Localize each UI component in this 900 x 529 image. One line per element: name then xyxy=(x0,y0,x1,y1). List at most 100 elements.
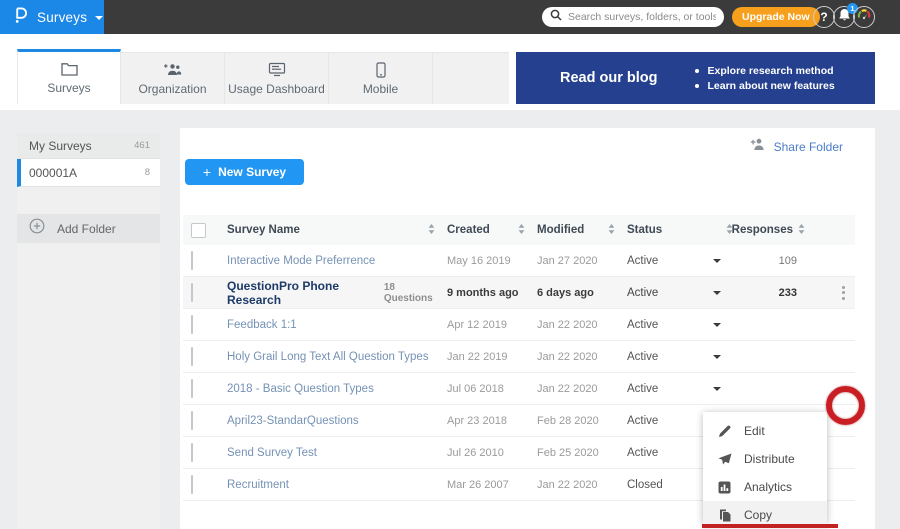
tab-organization[interactable]: Organization xyxy=(121,52,225,104)
created-cell: 9 months ago xyxy=(439,287,529,299)
table-row: Feedback 1:1 Apr 12 2019 Jan 22 2020 Act… xyxy=(183,309,855,341)
person-plus-icon xyxy=(750,138,766,156)
survey-name-link[interactable]: Feedback 1:1 xyxy=(227,319,297,331)
sort-icon[interactable] xyxy=(608,224,615,237)
survey-name-cell: Feedback 1:1 xyxy=(227,319,439,331)
row-checkbox[interactable] xyxy=(191,475,193,494)
content-area: My Surveys 461 000001A 8 Add Folder Shar… xyxy=(0,110,900,529)
questionpro-logo-icon xyxy=(13,6,28,29)
select-all-checkbox[interactable] xyxy=(191,223,206,238)
upgrade-button[interactable]: Upgrade Now xyxy=(732,7,820,27)
sidebar-folder-000001a[interactable]: 000001A 8 xyxy=(17,159,160,187)
row-checkbox-cell xyxy=(183,348,227,366)
tab-mobile[interactable]: Mobile xyxy=(329,52,433,104)
status-cell: Active xyxy=(619,319,737,331)
row-checkbox[interactable] xyxy=(191,251,193,270)
row-checkbox[interactable] xyxy=(191,283,193,302)
status-cell: Active xyxy=(619,351,737,363)
column-header-responses[interactable]: Responses xyxy=(737,224,819,237)
new-survey-label: New Survey xyxy=(218,165,286,179)
survey-name-cell: Holy Grail Long Text All Question Types xyxy=(227,351,439,363)
survey-name-cell: Interactive Mode Preferrence xyxy=(227,255,439,267)
tab-surveys[interactable]: Surveys xyxy=(17,49,121,104)
survey-name-link[interactable]: Recruitment xyxy=(227,479,289,491)
notifications-button[interactable]: 1 xyxy=(833,6,855,28)
survey-name-cell: Send Survey Test xyxy=(227,447,439,459)
column-header-modified[interactable]: Modified xyxy=(529,224,619,237)
status-cell: Active xyxy=(619,383,737,395)
menu-item-label: Copy xyxy=(744,508,772,522)
created-cell: Jul 26 2010 xyxy=(439,447,529,459)
new-survey-button[interactable]: + New Survey xyxy=(185,159,304,185)
section-header: Surveys Organization Usage Dashboard Mob… xyxy=(0,34,900,110)
blog-banner-bullet: Learn about new features xyxy=(695,80,834,92)
add-folder-button[interactable]: Add Folder xyxy=(17,214,160,243)
status-value: Active xyxy=(627,255,658,267)
created-cell: Jul 06 2018 xyxy=(439,383,529,395)
status-value: Active xyxy=(627,447,658,459)
column-label: Created xyxy=(447,224,490,236)
survey-name-link[interactable]: QuestionPro Phone Research xyxy=(227,279,376,307)
product-switcher[interactable]: Surveys xyxy=(0,0,104,34)
tab-label: Surveys xyxy=(47,81,90,95)
plus-icon: + xyxy=(203,164,211,180)
global-search xyxy=(542,7,724,27)
folder-icon xyxy=(61,61,78,77)
status-dropdown-caret[interactable] xyxy=(713,259,721,263)
created-cell: Apr 12 2019 xyxy=(439,319,529,331)
survey-name-link[interactable]: Holy Grail Long Text All Question Types xyxy=(227,351,429,363)
sidebar-folder-my-surveys[interactable]: My Surveys 461 xyxy=(17,133,160,159)
blog-banner[interactable]: Read our blog Explore research method Le… xyxy=(516,52,875,104)
column-header-survey-name[interactable]: Survey Name xyxy=(227,224,439,237)
row-checkbox[interactable] xyxy=(191,315,193,334)
column-header-created[interactable]: Created xyxy=(439,224,529,237)
survey-name-cell: 2018 - Basic Question Types xyxy=(227,383,439,395)
table-row: Holy Grail Long Text All Question Types … xyxy=(183,341,855,373)
responses-cell: 233 xyxy=(737,287,819,299)
survey-name-link[interactable]: Interactive Mode Preferrence xyxy=(227,255,375,267)
menu-item-edit[interactable]: Edit xyxy=(703,417,827,445)
sort-icon[interactable] xyxy=(428,224,435,237)
menu-item-distribute[interactable]: Distribute xyxy=(703,445,827,473)
organization-icon xyxy=(163,62,182,78)
row-checkbox-cell xyxy=(183,316,227,334)
column-header-status[interactable]: Status xyxy=(619,224,737,237)
row-checkbox[interactable] xyxy=(191,411,193,430)
modified-cell: Jan 22 2020 xyxy=(529,383,619,395)
row-checkbox[interactable] xyxy=(191,443,193,462)
search-input[interactable] xyxy=(568,11,716,23)
row-checkbox[interactable] xyxy=(191,379,193,398)
row-checkbox-cell xyxy=(183,284,227,302)
menu-item-analytics[interactable]: Analytics xyxy=(703,473,827,501)
status-dropdown-caret[interactable] xyxy=(713,355,721,359)
bullet-dot-icon xyxy=(695,84,699,88)
row-checkbox-cell xyxy=(183,476,227,494)
usage-dashboard-icon xyxy=(268,62,286,78)
bullet-dot-icon xyxy=(695,69,699,73)
status-value: Active xyxy=(627,287,658,299)
help-button[interactable]: ? xyxy=(813,6,835,28)
status-value: Active xyxy=(627,415,658,427)
row-checkbox-cell xyxy=(183,444,227,462)
blog-banner-title[interactable]: Read our blog xyxy=(560,70,657,86)
created-cell: May 16 2019 xyxy=(439,255,529,267)
status-dropdown-caret[interactable] xyxy=(713,387,721,391)
annotation-red-underline xyxy=(702,524,838,528)
tab-strip-filler xyxy=(433,52,509,104)
tab-usage-dashboard[interactable]: Usage Dashboard xyxy=(225,52,329,104)
usage-meter-button[interactable] xyxy=(853,6,875,28)
row-actions-dots[interactable] xyxy=(840,284,847,302)
row-checkbox[interactable] xyxy=(191,347,193,366)
survey-name-link[interactable]: Send Survey Test xyxy=(227,447,317,459)
table-row: QuestionPro Phone Research 18 Questions … xyxy=(183,277,855,309)
row-context-menu: Edit Distribute Analytics Copy Rename Mo… xyxy=(703,412,827,523)
survey-name-link[interactable]: 2018 - Basic Question Types xyxy=(227,383,374,395)
survey-name-link[interactable]: April23-StandarQuestions xyxy=(227,415,359,427)
status-dropdown-caret[interactable] xyxy=(713,323,721,327)
share-folder-button[interactable]: Share Folder xyxy=(750,138,843,156)
menu-item-label: Analytics xyxy=(744,480,792,494)
sort-icon[interactable] xyxy=(798,224,805,237)
sort-icon[interactable] xyxy=(518,224,525,237)
status-dropdown-caret[interactable] xyxy=(713,291,721,295)
tab-label: Organization xyxy=(138,82,206,96)
